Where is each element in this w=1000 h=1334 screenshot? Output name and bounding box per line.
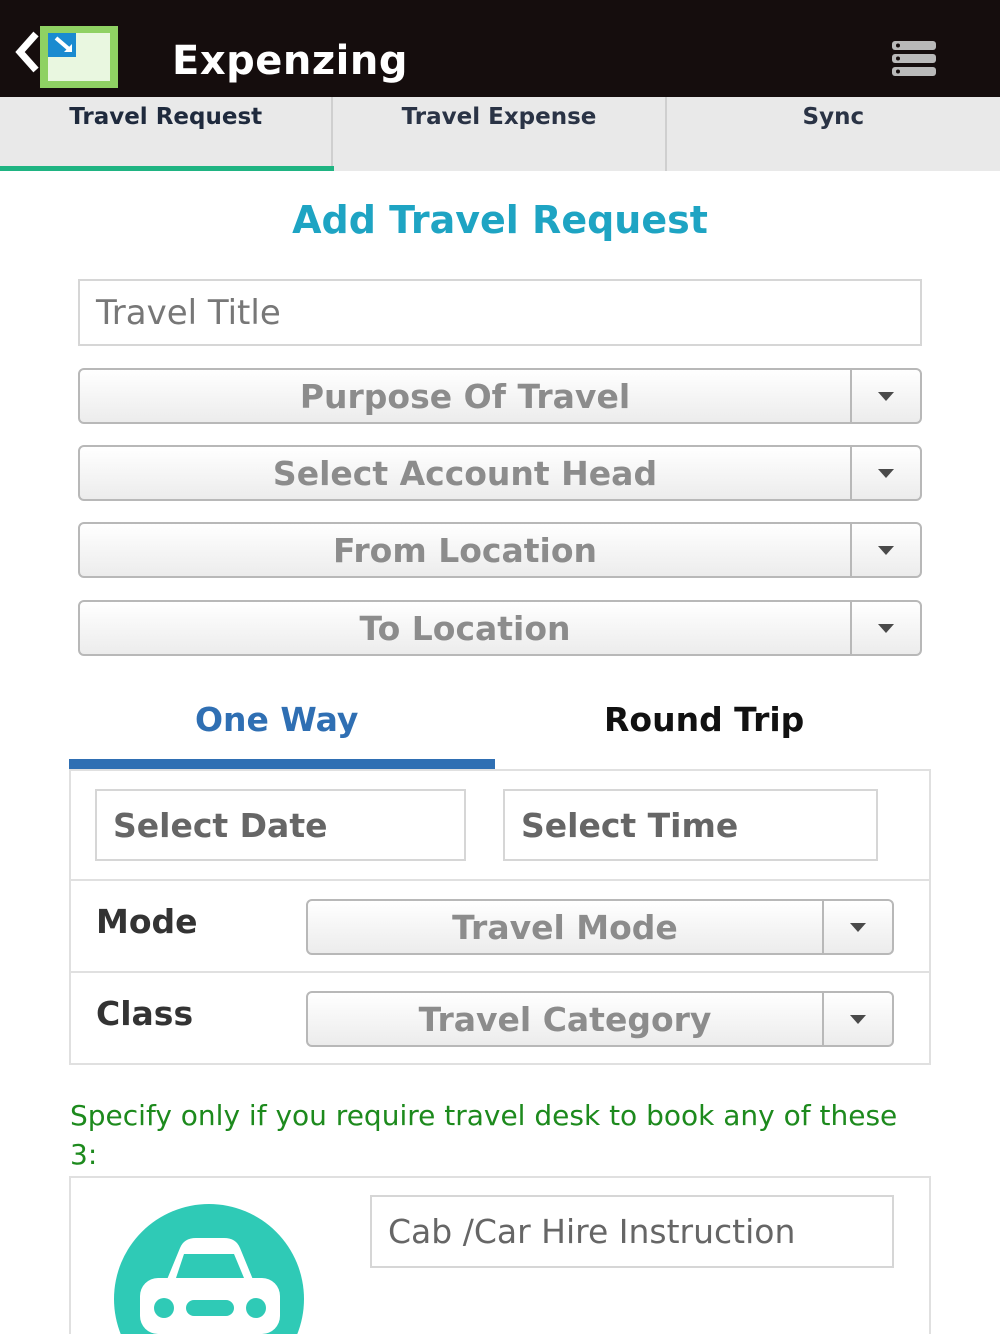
main-tabs: Travel Request Travel Expense Sync xyxy=(0,97,1000,171)
select-value: Select Account Head xyxy=(272,453,658,493)
tab-label: Travel Expense xyxy=(401,104,597,130)
select-value: From Location xyxy=(332,530,598,570)
cab-hire-instruction-input[interactable]: Cab /Car Hire Instruction xyxy=(370,1195,894,1268)
page-title: Add Travel Request xyxy=(292,198,708,242)
class-label: Class xyxy=(96,994,194,1033)
dropdown-arrow-icon xyxy=(850,602,920,654)
tab-label: Travel Request xyxy=(69,104,263,130)
active-trip-indicator xyxy=(69,759,495,769)
account-head-select[interactable]: Select Account Head xyxy=(78,445,922,501)
divider xyxy=(69,879,931,881)
app-title: Expenzing xyxy=(172,38,408,84)
app-header: Expenzing xyxy=(0,0,1000,97)
menu-icon[interactable] xyxy=(890,40,938,78)
select-date-field[interactable]: Select Date xyxy=(95,789,466,861)
tab-travel-expense[interactable]: Travel Expense xyxy=(333,97,667,171)
tab-label: Sync xyxy=(802,104,865,130)
select-value: Purpose Of Travel xyxy=(299,376,631,416)
select-time-field[interactable]: Select Time xyxy=(503,789,878,861)
select-value: Travel Category xyxy=(418,999,712,1039)
purpose-of-travel-select[interactable]: Purpose Of Travel xyxy=(78,368,922,424)
mode-label: Mode xyxy=(96,902,198,941)
dropdown-arrow-icon xyxy=(822,901,892,953)
select-value: Travel Mode xyxy=(452,907,678,947)
app-logo[interactable] xyxy=(38,24,120,90)
tab-sync[interactable]: Sync xyxy=(667,97,1000,171)
divider xyxy=(69,971,931,973)
from-location-select[interactable]: From Location xyxy=(78,522,922,578)
dropdown-arrow-icon xyxy=(850,524,920,576)
select-value: To Location xyxy=(359,608,571,648)
tab-one-way[interactable]: One Way xyxy=(195,700,358,739)
tab-travel-request[interactable]: Travel Request xyxy=(0,97,335,171)
dropdown-arrow-icon xyxy=(850,447,920,499)
dropdown-arrow-icon xyxy=(850,370,920,422)
travel-title-input[interactable]: Travel Title xyxy=(78,279,922,346)
dropdown-arrow-icon xyxy=(822,993,892,1045)
to-location-select[interactable]: To Location xyxy=(78,600,922,656)
booking-hint: Specify only if you require travel desk … xyxy=(70,1099,898,1171)
travel-mode-select[interactable]: Travel Mode xyxy=(306,899,894,955)
travel-category-select[interactable]: Travel Category xyxy=(306,991,894,1047)
tab-round-trip[interactable]: Round Trip xyxy=(604,700,804,739)
